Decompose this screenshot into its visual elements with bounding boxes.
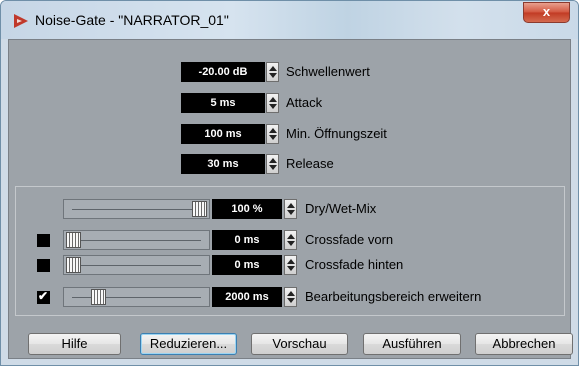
app-triangle-icon — [14, 14, 28, 28]
threshold-stepper[interactable] — [266, 62, 279, 82]
arrow-up-icon[interactable] — [287, 203, 295, 208]
slider-thumb[interactable] — [66, 257, 81, 273]
preview-button[interactable]: Vorschau — [251, 333, 348, 355]
dry-wet-field[interactable]: 100 % — [212, 199, 282, 219]
execute-button[interactable]: Ausführen — [363, 333, 461, 355]
close-button[interactable]: x — [523, 2, 570, 23]
arrow-down-icon[interactable] — [269, 104, 277, 109]
attack-stepper[interactable] — [266, 93, 279, 113]
arrow-up-icon[interactable] — [269, 158, 277, 163]
release-stepper[interactable] — [266, 154, 279, 174]
crossfade-out-label: Crossfade hinten — [305, 257, 404, 272]
dry-wet-label: Dry/Wet-Mix — [305, 201, 377, 216]
arrow-up-icon[interactable] — [287, 291, 295, 296]
cancel-button[interactable]: Abbrechen — [475, 333, 573, 355]
arrow-up-icon[interactable] — [287, 234, 295, 239]
crossfade-in-label: Crossfade vorn — [305, 232, 394, 247]
release-field[interactable]: 30 ms — [181, 154, 265, 174]
arrow-up-icon[interactable] — [269, 66, 277, 71]
slider-track — [72, 240, 201, 241]
extend-range-label: Bearbeitungsbereich erweitern — [305, 289, 482, 304]
threshold-field[interactable]: -20.00 dB — [181, 62, 265, 82]
dialog-window: Noise-Gate - "NARRATOR_01" x -20.00 dB S… — [0, 0, 579, 366]
crossfade-out-field[interactable]: 0 ms — [212, 255, 282, 275]
extend-range-stepper[interactable] — [284, 287, 297, 307]
threshold-label: Schwellenwert — [286, 64, 370, 79]
arrow-down-icon[interactable] — [269, 165, 277, 170]
arrow-down-icon[interactable] — [287, 298, 295, 303]
min-open-time-stepper[interactable] — [266, 124, 279, 144]
release-label: Release — [286, 156, 334, 171]
arrow-down-icon[interactable] — [287, 241, 295, 246]
slider-thumb[interactable] — [66, 232, 81, 248]
slider-track — [72, 209, 201, 210]
slider-thumb[interactable] — [192, 201, 207, 217]
extend-range-checkbox[interactable]: ✔ — [37, 289, 50, 304]
extend-range-field[interactable]: 2000 ms — [212, 287, 282, 307]
arrow-up-icon[interactable] — [269, 128, 277, 133]
slider-thumb[interactable] — [91, 289, 106, 305]
close-icon: x — [542, 4, 551, 19]
arrow-down-icon[interactable] — [287, 210, 295, 215]
min-open-time-field[interactable]: 100 ms — [181, 124, 265, 144]
help-button[interactable]: Hilfe — [28, 333, 121, 355]
crossfade-out-checkbox[interactable] — [37, 259, 50, 272]
attack-field[interactable]: 5 ms — [181, 93, 265, 113]
extend-range-slider[interactable] — [63, 287, 210, 307]
crossfade-out-slider[interactable] — [63, 255, 210, 275]
crossfade-out-stepper[interactable] — [284, 255, 297, 275]
arrow-down-icon[interactable] — [287, 266, 295, 271]
title-bar[interactable]: Noise-Gate - "NARRATOR_01" x — [1, 1, 578, 39]
arrow-down-icon[interactable] — [269, 135, 277, 140]
window-title: Noise-Gate - "NARRATOR_01" — [35, 12, 229, 28]
min-open-time-label: Min. Öffnungszeit — [286, 126, 387, 141]
crossfade-in-checkbox[interactable] — [37, 234, 50, 247]
dry-wet-stepper[interactable] — [284, 199, 297, 219]
crossfade-in-field[interactable]: 0 ms — [212, 230, 282, 250]
reduce-button[interactable]: Reduzieren... — [140, 333, 237, 355]
attack-label: Attack — [286, 95, 323, 110]
checkmark-icon: ✔ — [38, 289, 49, 303]
arrow-down-icon[interactable] — [269, 73, 277, 78]
crossfade-in-stepper[interactable] — [284, 230, 297, 250]
arrow-up-icon[interactable] — [287, 259, 295, 264]
crossfade-in-slider[interactable] — [63, 230, 210, 250]
slider-track — [72, 265, 201, 266]
arrow-up-icon[interactable] — [269, 97, 277, 102]
dry-wet-slider[interactable] — [63, 199, 210, 219]
